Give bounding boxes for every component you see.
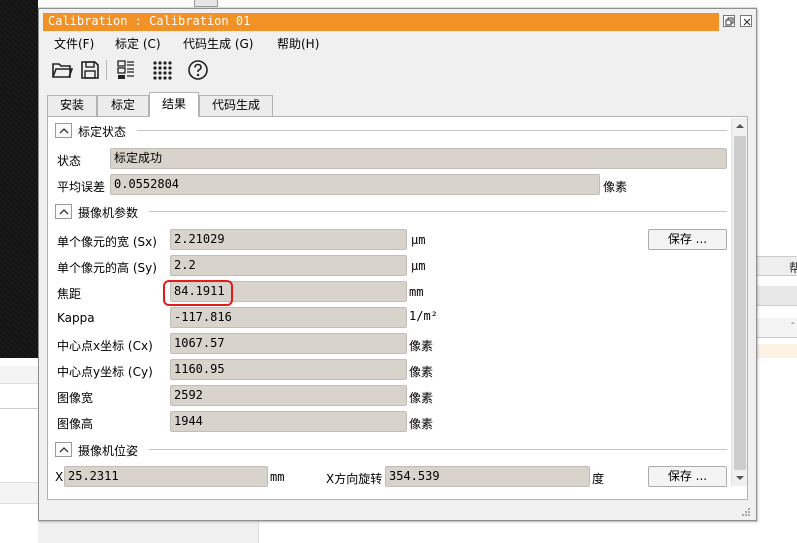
vertical-scrollbar[interactable] (731, 118, 747, 486)
pixel-width-label: 单个像元的宽 (Sx) (57, 235, 157, 249)
folder-open-icon (52, 63, 73, 78)
image-height-field: 1944 (170, 411, 407, 432)
background-left-row (0, 366, 38, 384)
arrow-up-icon (736, 124, 744, 128)
pose-x-unit: mm (270, 470, 285, 484)
resize-grip[interactable] (739, 505, 751, 517)
kappa-label: Kappa (57, 311, 95, 325)
scroll-down-button[interactable] (732, 470, 748, 486)
state-label: 状态 (57, 154, 82, 168)
section-title-camera: 摄像机参数 (78, 206, 139, 220)
toolbar (43, 55, 743, 85)
image-height-label: 图像高 (57, 417, 94, 431)
mean-error-label: 平均误差 (57, 180, 106, 194)
image-width-unit: 像素 (409, 391, 434, 405)
help-button[interactable] (185, 57, 211, 83)
window-title: Calibration : Calibration 01 (48, 14, 251, 28)
image-width-label: 图像宽 (57, 391, 94, 405)
image-width-field: 2592 (170, 385, 407, 406)
rotation-x-label: X方向旋转 (326, 472, 383, 486)
background-right-row-label: - (791, 318, 795, 329)
rotation-x-unit: 度 (592, 472, 605, 486)
save-icon (81, 61, 99, 79)
resize-grip-icon (742, 508, 750, 516)
center-x-label: 中心点x坐标 (Cx) (57, 339, 153, 353)
focal-length-label: 焦距 (57, 287, 82, 301)
arrow-down-icon (736, 476, 744, 480)
background-image-texture (0, 0, 38, 358)
section-divider (137, 130, 727, 131)
restore-icon (725, 17, 734, 26)
mean-error-field: 0.0552804 (110, 174, 600, 195)
background-button (194, 0, 218, 7)
center-x-unit: 像素 (409, 339, 434, 353)
collapse-pose-button[interactable] (55, 442, 72, 457)
close-button[interactable] (740, 15, 752, 27)
tab-results[interactable]: 结果 (149, 92, 199, 117)
background-right-row-highlight (757, 344, 797, 358)
help-icon (188, 60, 208, 80)
background-bottom-area (258, 522, 797, 543)
background-left-row (0, 482, 38, 504)
background-left-panel (0, 358, 38, 543)
pixel-width-unit: μm (411, 233, 426, 247)
calibration-grid-icon (153, 61, 172, 80)
collapse-status-button[interactable] (55, 123, 72, 138)
calibration-dialog: Calibration : Calibration 01 文件(F) 标定 (C… (38, 8, 757, 521)
close-icon (743, 18, 751, 26)
calibration-plate-button[interactable] (149, 57, 175, 83)
background-right-row: - (757, 318, 797, 338)
pixel-height-field: 2.2 (170, 255, 407, 276)
image-list-icon (117, 60, 134, 79)
section-divider (149, 449, 727, 450)
menu-help[interactable]: 帮助(H) (277, 35, 319, 52)
menu-file[interactable]: 文件(F) (54, 35, 94, 52)
scroll-thumb[interactable] (734, 136, 746, 470)
section-divider (149, 211, 727, 212)
background-right-row (757, 286, 797, 306)
save-camera-params-button[interactable]: 保存 ... (648, 229, 727, 250)
kappa-unit: 1/m² (409, 309, 438, 323)
menu-bar: 文件(F) 标定 (C) 代码生成 (G) 帮助(H) (43, 33, 743, 53)
rotation-x-field: 354.539 (385, 466, 590, 487)
background-right-tab[interactable]: 帮 (757, 256, 797, 276)
pixel-height-label: 单个像元的高 (Sy) (57, 261, 157, 275)
pixel-height-unit: μm (411, 259, 426, 273)
center-y-field: 1160.95 (170, 359, 407, 380)
section-title-status: 标定状态 (78, 125, 127, 139)
tab-calibrate[interactable]: 标定 (97, 95, 149, 116)
open-button[interactable] (49, 57, 75, 83)
chevron-up-icon (59, 128, 69, 134)
pose-x-field: 25.2311 (64, 466, 268, 487)
center-x-field: 1067.57 (170, 333, 407, 354)
background-top-strip (0, 0, 797, 8)
background-left-divider (0, 408, 38, 409)
pixel-width-field: 2.21029 (170, 229, 407, 250)
state-field: 标定成功 (110, 148, 727, 169)
section-title-pose: 摄像机位姿 (78, 444, 139, 458)
image-height-unit: 像素 (409, 417, 434, 431)
tab-install[interactable]: 安装 (47, 95, 97, 116)
center-y-label: 中心点y坐标 (Cy) (57, 365, 153, 379)
title-bar[interactable]: Calibration : Calibration 01 (43, 13, 719, 31)
scroll-up-button[interactable] (732, 118, 748, 134)
save-button[interactable] (77, 57, 103, 83)
toolbar-separator (106, 60, 107, 80)
save-pose-button[interactable]: 保存 ... (648, 466, 727, 487)
focal-length-highlight-annotation (163, 280, 233, 306)
chevron-up-icon (59, 447, 69, 453)
mean-error-unit: 像素 (603, 180, 628, 194)
background-right-tab-label: 帮 (789, 261, 797, 275)
menu-code-gen[interactable]: 代码生成 (G) (183, 35, 253, 52)
focal-length-unit: mm (409, 285, 424, 299)
collapse-camera-button[interactable] (55, 204, 72, 219)
center-y-unit: 像素 (409, 365, 434, 379)
kappa-field: -117.816 (170, 307, 407, 328)
chevron-up-icon (59, 209, 69, 215)
pose-x-label: X (55, 470, 64, 484)
menu-calibrate[interactable]: 标定 (C) (115, 35, 161, 52)
image-list-button[interactable] (113, 57, 139, 83)
restore-button[interactable] (723, 15, 735, 27)
tab-code-gen[interactable]: 代码生成 (199, 95, 273, 116)
